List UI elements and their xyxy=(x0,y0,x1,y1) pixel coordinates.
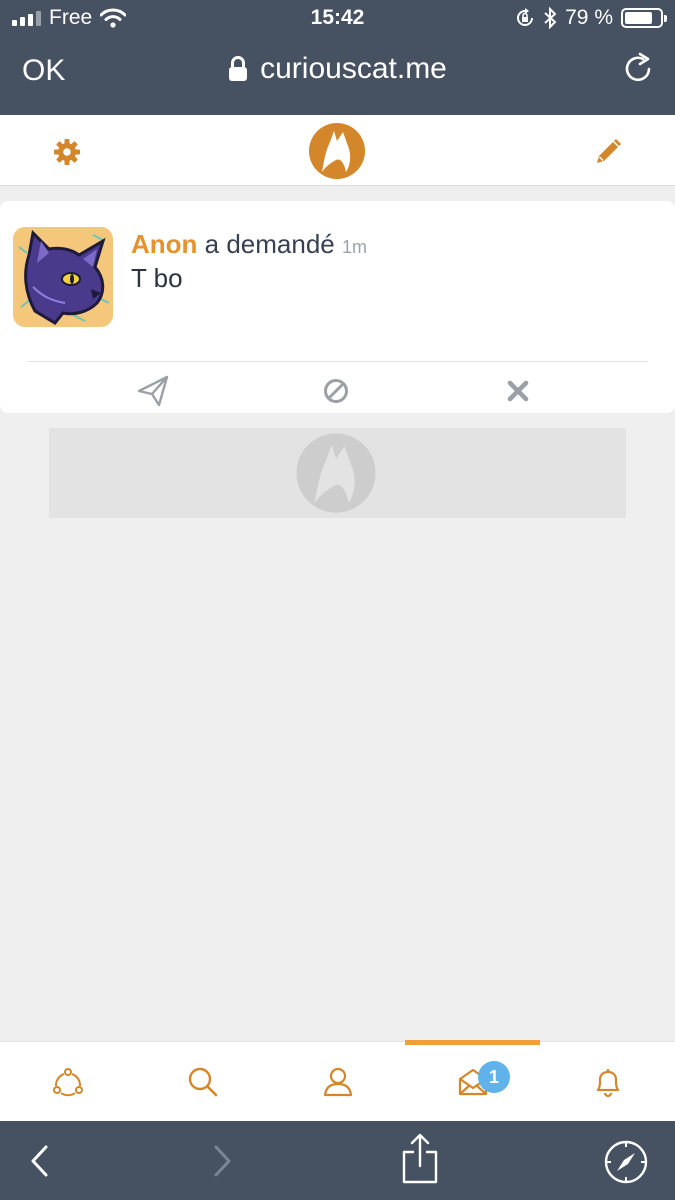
app-tab-bar: 1 xyxy=(0,1040,675,1122)
browser-nav-bar: OK curiouscat.me xyxy=(0,38,675,115)
compass-icon[interactable] xyxy=(603,1139,649,1185)
tab-network[interactable] xyxy=(0,1042,135,1122)
question-text: T bo xyxy=(131,263,183,293)
forward-chevron-icon[interactable] xyxy=(212,1144,234,1178)
delete-x-icon[interactable] xyxy=(500,373,536,409)
status-right: 79 % xyxy=(515,6,667,30)
block-icon[interactable] xyxy=(318,373,354,409)
question-meta: Anon a demandé 1m xyxy=(131,229,367,260)
address-bar[interactable]: curiouscat.me xyxy=(0,52,675,86)
battery-percent: 79 % xyxy=(565,6,613,29)
question-verb: a demandé xyxy=(204,229,335,259)
lock-icon xyxy=(229,56,248,81)
search-icon xyxy=(188,1067,218,1097)
bell-icon xyxy=(596,1069,620,1098)
browser-top-chrome: Free 15:42 79 % OK curiouscat.me xyxy=(0,0,675,115)
battery-icon xyxy=(621,8,667,28)
url-text: curiouscat.me xyxy=(260,52,447,85)
card-divider xyxy=(27,361,648,362)
bluetooth-icon xyxy=(544,7,557,29)
loading-logo xyxy=(296,433,376,513)
send-icon[interactable] xyxy=(135,373,171,409)
status-bar: Free 15:42 79 % xyxy=(0,0,675,38)
sender-avatar[interactable] xyxy=(13,227,113,327)
tab-inbox[interactable]: 1 xyxy=(405,1040,540,1122)
question-author[interactable]: Anon xyxy=(131,229,197,259)
tab-profile[interactable] xyxy=(270,1042,405,1122)
edit-pencil-icon[interactable] xyxy=(593,137,623,167)
tab-search[interactable] xyxy=(135,1042,270,1122)
question-card: Anon a demandé 1m T bo xyxy=(0,201,675,413)
tab-notifications[interactable] xyxy=(540,1042,675,1122)
loading-placeholder xyxy=(49,428,626,518)
back-chevron-icon[interactable] xyxy=(28,1144,50,1178)
share-icon[interactable] xyxy=(400,1132,440,1184)
profile-icon xyxy=(323,1067,353,1097)
app-header xyxy=(0,115,675,186)
card-actions xyxy=(0,373,675,409)
settings-gear-icon[interactable] xyxy=(52,137,82,167)
network-icon xyxy=(53,1068,83,1097)
curiouscat-logo[interactable] xyxy=(308,122,366,180)
browser-bottom-toolbar xyxy=(0,1121,675,1200)
reload-icon[interactable] xyxy=(621,52,655,86)
question-time: 1m xyxy=(342,237,368,257)
inbox-badge: 1 xyxy=(478,1061,510,1093)
battery-fill xyxy=(625,12,652,24)
orientation-lock-icon xyxy=(517,8,534,26)
